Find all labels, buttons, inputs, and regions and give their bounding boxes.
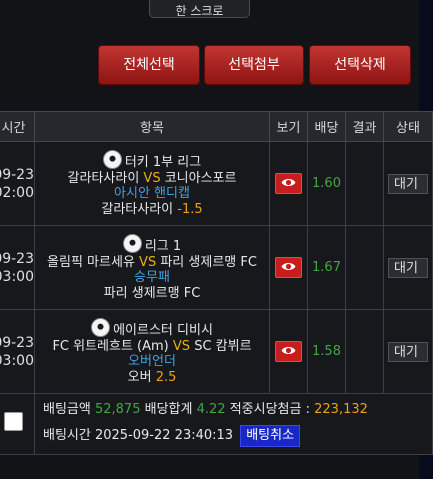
- vs-label: VS: [172, 338, 191, 354]
- win-amount: 223,132: [314, 401, 368, 417]
- attach-selected-button[interactable]: 선택첨부: [204, 45, 304, 85]
- match-clock: 03:00: [0, 352, 34, 369]
- away-team: SC 캄뷔르: [194, 338, 252, 354]
- result-value: [345, 141, 384, 226]
- eye-icon: [281, 262, 296, 271]
- view-cell: [269, 309, 308, 394]
- table-row: 09-2303:00 에이르스터 디비시 FC 위트레흐트 (Am) VS SC…: [0, 309, 433, 394]
- total-odds: 4.22: [196, 401, 226, 417]
- league-name: 리그 1: [144, 239, 182, 254]
- result-value: [345, 225, 384, 310]
- pick-name: 파리 생제르맹 FC: [103, 285, 201, 301]
- soccer-ball-icon: [102, 150, 122, 169]
- status-cell: 대기: [383, 141, 433, 226]
- league-name: 터키 1부 리그: [124, 155, 202, 170]
- delete-selected-button[interactable]: 선택삭제: [309, 45, 411, 85]
- home-team: 갈라타사라이: [67, 170, 140, 186]
- match-date: 09-23: [0, 334, 34, 351]
- eye-icon: [281, 346, 296, 355]
- pick-name: 오버: [127, 369, 152, 385]
- vs-label: VS: [143, 170, 161, 186]
- match-date: 09-23: [0, 250, 34, 267]
- bet-time: 2025-09-22 23:40:13: [94, 428, 234, 443]
- away-team: 코니아스포르: [164, 170, 237, 186]
- match-date: 09-23: [0, 166, 34, 183]
- match-item: 에이르스터 디비시 FC 위트레흐트 (Am) VS SC 캄뷔르 오버언더 오…: [34, 309, 270, 394]
- status-cell: 대기: [383, 309, 433, 394]
- odds-value: 1.60: [307, 141, 346, 226]
- table-row: 09-2303:00 리그 1 올림픽 마르세유 VS 파리 생제르맹 FC 승…: [0, 225, 433, 310]
- view-button[interactable]: [275, 257, 302, 278]
- home-team: FC 위트레흐트 (Am): [52, 338, 169, 354]
- match-item: 터키 1부 리그 갈라타사라이 VS 코니아스포르 아시안 핸디캡 갈라타사라이…: [34, 141, 270, 226]
- table-header-row: 시간 항목 보기 배당 결과 상태: [0, 111, 433, 142]
- match-time: 09-2303:00: [0, 225, 35, 310]
- total-odds-label: 배당합계: [144, 401, 193, 417]
- top-tab[interactable]: 한 스크로: [149, 0, 250, 18]
- bet-time-label: 배팅시간: [43, 428, 91, 443]
- select-checkbox-cell: [0, 393, 35, 455]
- bet-table: 시간 항목 보기 배당 결과 상태 09-2302:00 터키 1부 리그 갈라…: [0, 111, 433, 455]
- soccer-ball-icon: [91, 318, 111, 337]
- view-button[interactable]: [275, 173, 302, 194]
- vs-label: VS: [139, 254, 157, 270]
- status-cell: 대기: [383, 225, 433, 310]
- eye-icon: [281, 178, 296, 187]
- header-result: 결과: [345, 111, 384, 142]
- soccer-ball-icon: [122, 234, 142, 253]
- cancel-bet-button[interactable]: 배팅취소: [240, 425, 301, 447]
- header-time: 시간: [0, 111, 35, 142]
- header-view: 보기: [269, 111, 308, 142]
- bet-amount-label: 배팅금액: [43, 401, 91, 417]
- table-row: 09-2302:00 터키 1부 리그 갈라타사라이 VS 코니아스포르 아시안…: [0, 141, 433, 226]
- status-badge: 대기: [388, 173, 428, 194]
- pick-value: 2.5: [155, 369, 177, 385]
- odds-value: 1.58: [307, 309, 346, 394]
- status-badge: 대기: [388, 341, 428, 362]
- league-name: 에이르스터 디비시: [113, 323, 213, 338]
- view-cell: [269, 225, 308, 310]
- select-checkbox[interactable]: [4, 412, 23, 432]
- status-badge: 대기: [388, 257, 428, 278]
- odds-value: 1.67: [307, 225, 346, 310]
- view-button[interactable]: [275, 341, 302, 362]
- view-cell: [269, 141, 308, 226]
- match-time: 09-2302:00: [0, 141, 35, 226]
- header-odds: 배당: [307, 111, 346, 142]
- match-clock: 03:00: [0, 268, 34, 285]
- match-time: 09-2303:00: [0, 309, 35, 394]
- header-status: 상태: [383, 111, 433, 142]
- home-team: 올림픽 마르세유: [47, 254, 135, 270]
- bet-summary: 배팅금액 52,875 배당합계 4.22 적중시당첨금 : 223,132 배…: [34, 393, 433, 455]
- bet-amount: 52,875: [94, 401, 141, 417]
- market-type: 오버언더: [128, 354, 176, 369]
- market-type: 승무패: [134, 270, 170, 285]
- win-amount-label: 적중시당첨금 :: [229, 401, 310, 417]
- away-team: 파리 생제르맹 FC: [160, 254, 257, 270]
- match-item: 리그 1 올림픽 마르세유 VS 파리 생제르맹 FC 승무패 파리 생제르맹 …: [34, 225, 270, 310]
- header-item: 항목: [34, 111, 270, 142]
- summary-row: 배팅금액 52,875 배당합계 4.22 적중시당첨금 : 223,132 배…: [0, 393, 433, 455]
- select-all-button[interactable]: 전체선택: [98, 45, 200, 85]
- pick-value: -1.5: [177, 201, 203, 217]
- market-type: 아시안 핸디캡: [114, 186, 190, 201]
- pick-name: 갈라타사라이: [101, 201, 174, 217]
- result-value: [345, 309, 384, 394]
- match-clock: 02:00: [0, 184, 34, 201]
